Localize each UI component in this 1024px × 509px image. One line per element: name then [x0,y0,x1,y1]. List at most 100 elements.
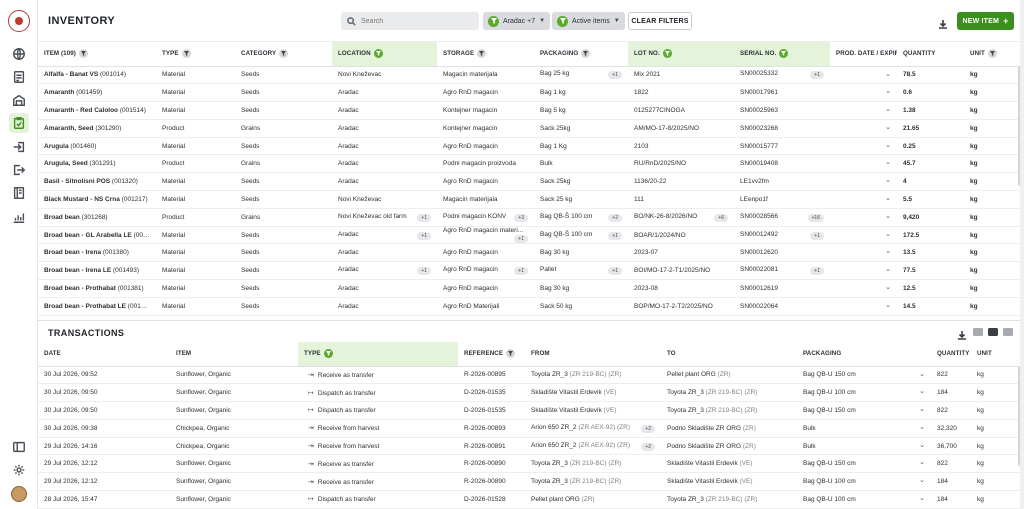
table-row[interactable]: Broad bean - Prothabat (001381) Material S… [38,279,1020,298]
table-row[interactable]: 29 Jul 2026, 12:12 Sunflower, Organic ⇥ Rec… [38,454,1020,474]
new-item-button[interactable]: NEW ITEM + [957,12,1014,30]
column-filter-icon[interactable] [181,49,191,59]
type-label: Dispatch as transfer [317,407,376,415]
column-filter-icon[interactable] [662,49,672,59]
view-expanded-icon[interactable] [1003,328,1013,336]
globe-icon[interactable] [9,44,29,64]
table-row[interactable]: Broad bean - Prothabat LE (00149... Mater… [38,297,1020,316]
column-filter-icon[interactable] [323,349,333,359]
column-header[interactable]: PROD. DATE / EXPIRY DATE [830,42,897,67]
table-row[interactable]: 29 Jul 2026, 12:12 Sunflower, Organic ⇥ Rec… [38,472,1020,492]
column-header[interactable]: ITEM (109) [38,42,156,67]
column-header[interactable]: SERIAL NO. [734,42,830,67]
date-dropdown[interactable] [830,172,897,192]
packaging-dropdown[interactable]: Bag QB-U 150 cm [797,401,931,420]
column-header[interactable]: REFERENCE [458,342,525,367]
packaging-dropdown[interactable]: Bulk [797,419,931,438]
column-filter-icon[interactable] [987,49,997,59]
dispatch-icon[interactable] [9,160,29,180]
date-dropdown[interactable] [830,243,897,263]
table-row[interactable]: 30 Jul 2026, 09:50 Sunflower, Organic ↦ Dis… [38,401,1020,420]
view-compact-icon[interactable] [973,328,983,336]
column-header[interactable]: STORAGE [437,42,534,67]
packaging-dropdown[interactable]: Bulk [797,437,931,456]
table-row[interactable]: 30 Jul 2026, 09:50 Sunflower, Organic ↦ Dis… [38,383,1020,403]
download-icon[interactable] [957,327,967,340]
analytics-icon[interactable] [9,207,29,227]
sidebar-toggle-icon[interactable] [9,437,29,457]
table-row[interactable]: 30 Jul 2026, 09:52 Sunflower, Organic ⇥ Rec… [38,366,1020,385]
column-filter-icon[interactable] [78,49,88,59]
date-dropdown[interactable] [830,279,897,298]
table-row[interactable]: Broad bean - Irena LE (001493) Material Se… [38,261,1020,281]
column-header[interactable]: TO [661,342,797,367]
date-dropdown[interactable] [830,119,897,138]
table-row[interactable]: Alfalfa - Banat VS (001014) Material Seeds… [38,66,1020,85]
table-row[interactable]: Basil - Sitnolisni POS (001320) Material S… [38,172,1020,192]
inventory-icon[interactable] [9,113,29,133]
column-header[interactable]: TYPE [298,342,458,367]
column-header[interactable]: UNIT [971,342,1020,367]
table-row[interactable]: Amaranth, Seed (301290) Product Grains Arad… [38,119,1020,138]
clear-filters-button[interactable]: CLEAR FILTERS [628,12,692,30]
table-row[interactable]: 29 Jul 2026, 14:16 Chickpea, Organic ⇥ Rece… [38,437,1020,456]
date-dropdown[interactable] [830,261,897,281]
date-dropdown[interactable] [830,297,897,316]
table-row[interactable]: Amaranth (001459) Material Seeds Aradac Agro… [38,83,1020,103]
column-header[interactable]: DATE [38,342,170,367]
user-avatar[interactable] [11,486,27,502]
date-dropdown[interactable] [830,101,897,120]
search-input[interactable] [361,17,471,25]
notes-icon[interactable] [9,67,29,87]
date-dropdown[interactable] [830,137,897,156]
column-header[interactable]: ITEM [170,342,298,367]
column-filter-icon[interactable] [581,49,591,59]
column-header[interactable]: QUANTITY [897,42,964,67]
table-row[interactable]: Broad bean - GL Arabella LE (00149...Mat… [38,226,1020,245]
date-dropdown[interactable] [830,226,897,245]
column-header[interactable]: PACKAGING [534,42,628,67]
table-row[interactable]: Broad bean (301268) Product Grains Novi Kne… [38,208,1020,227]
ledger-icon[interactable] [9,183,29,203]
column-header[interactable]: PACKAGING [797,342,931,367]
column-header[interactable]: TYPE [156,42,235,67]
column-header[interactable]: CATEGORY [235,42,332,67]
table-row[interactable]: Black Mustard - NS Crna (001217) Material… [38,190,1020,209]
date-dropdown[interactable] [830,66,897,85]
packaging-dropdown[interactable]: Bag QB-U 100 cm [797,383,931,403]
column-filter-icon[interactable] [477,49,487,59]
packaging-dropdown[interactable]: Bag QB-U 100 cm [797,490,931,509]
table-row[interactable]: Broad bean - Irena (001380) Material Seeds… [38,243,1020,263]
column-filter-icon[interactable] [506,349,516,359]
search-box[interactable] [341,12,479,30]
column-filter-icon[interactable] [779,49,789,59]
table-row[interactable]: Amaranth - Red Caloloo (001514) Material S… [38,101,1020,120]
status-filter-chip[interactable]: Active items ▼ [552,12,625,30]
settings-icon[interactable] [9,460,29,480]
category-cell: Seeds [235,172,332,192]
column-header[interactable]: LOCATION [332,42,437,67]
column-filter-icon[interactable] [279,49,289,59]
date-dropdown[interactable] [830,154,897,174]
location-filter-chip[interactable]: Aradac +7 ▼ [483,12,551,30]
receive-icon[interactable] [9,137,29,157]
packaging-dropdown[interactable]: Bag QB-U 100 cm [797,472,931,492]
table-row[interactable]: Arugula, Seed (301291) Product Grains Arada… [38,154,1020,174]
column-header[interactable]: FROM [525,342,661,367]
column-header[interactable]: LOT NO. [628,42,734,67]
date-dropdown[interactable] [830,190,897,209]
warehouse-icon[interactable] [9,90,29,110]
download-icon[interactable] [938,16,948,29]
packaging-dropdown[interactable]: Bag QB-U 150 cm [797,366,931,385]
date-dropdown[interactable] [830,83,897,103]
packaging-dropdown[interactable]: Bag QB-U 150 cm [797,454,931,474]
table-row[interactable]: 30 Jul 2026, 09:38 Chickpea, Organic ⇥ Rece… [38,419,1020,438]
column-header[interactable]: QUANTITY [931,342,971,367]
column-filter-icon[interactable] [373,49,383,59]
column-header[interactable]: UNIT [964,42,1020,67]
date-dropdown[interactable] [830,208,897,227]
table-row[interactable]: Arugula (001460) Material Seeds Aradac Agro … [38,137,1020,156]
app-logo[interactable] [8,10,30,32]
view-default-icon[interactable] [988,328,998,336]
table-row[interactable]: 28 Jul 2026, 15:47 Sunflower, Organic ↦ Dis… [38,490,1020,509]
